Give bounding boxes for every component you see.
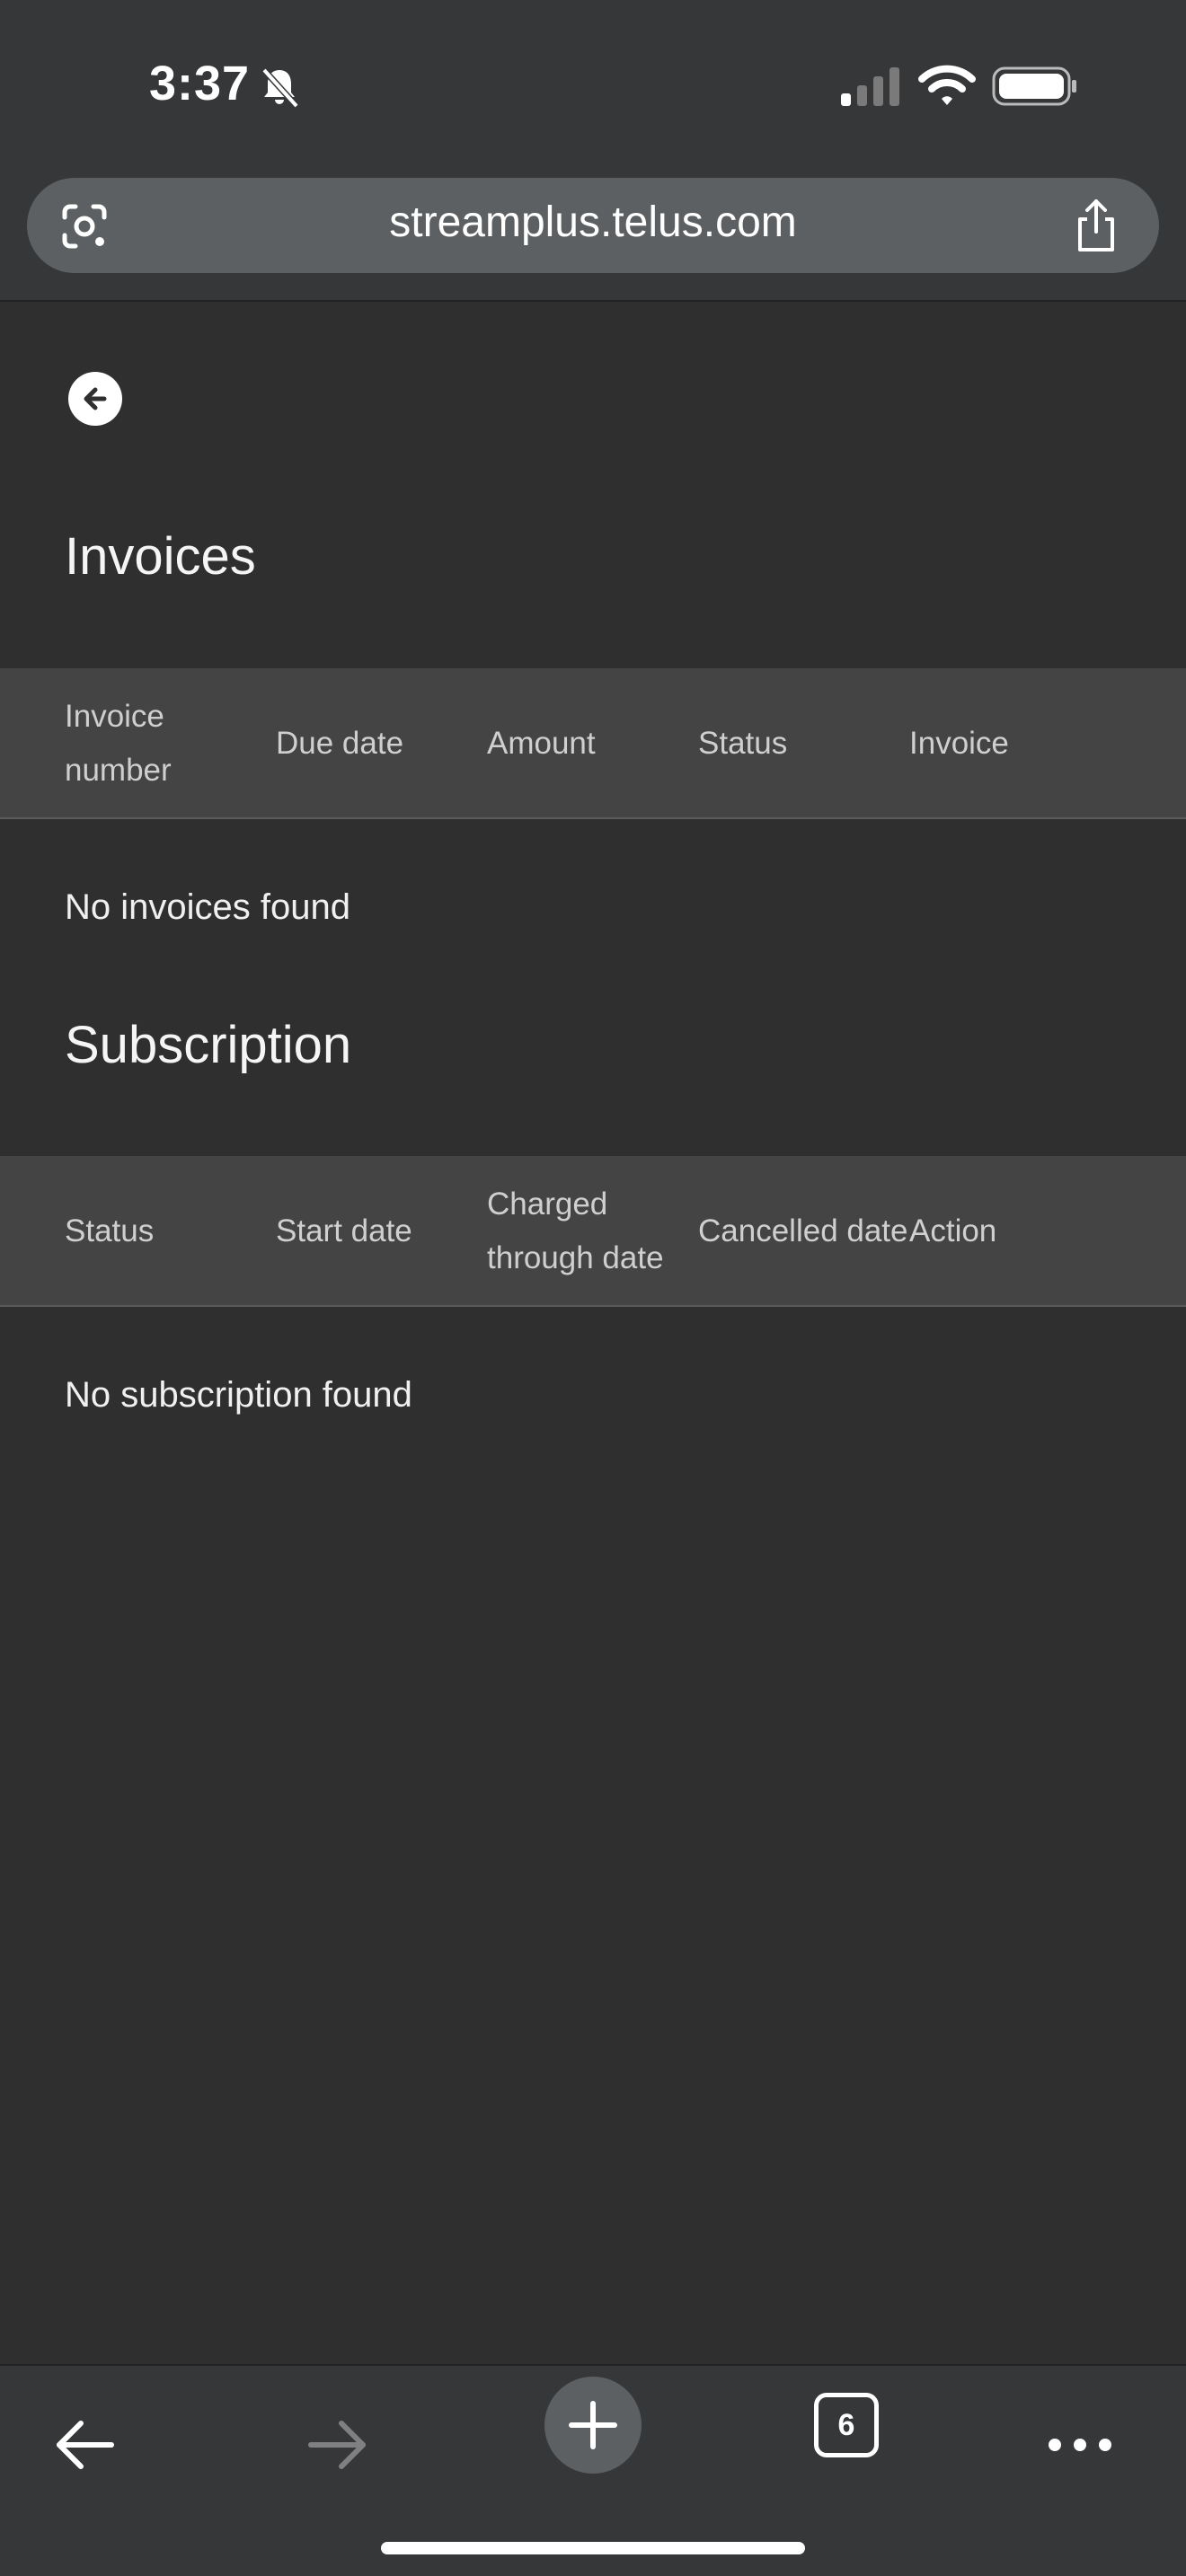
column-header: Cancelled date (698, 1213, 908, 1248)
column-header: Invoice (909, 726, 1009, 761)
column-header: Invoice number (65, 699, 172, 788)
battery-icon (992, 66, 1076, 106)
invoices-heading: Invoices (65, 527, 256, 586)
page-content: Invoices Invoice number Due date Amount … (0, 302, 1186, 2364)
column-header: Start date (276, 1213, 412, 1248)
invoices-table-header: Invoice number Due date Amount Status In… (0, 668, 1186, 819)
subscription-empty-message: No subscription found (65, 1375, 412, 1415)
home-indicator (381, 2542, 805, 2554)
wifi-icon (918, 65, 976, 105)
url-text[interactable]: streamplus.telus.com (27, 198, 1159, 247)
invoices-empty-message: No invoices found (65, 887, 350, 927)
share-icon[interactable] (1073, 198, 1120, 253)
address-bar[interactable]: streamplus.telus.com (27, 178, 1159, 273)
page-back-button[interactable] (68, 372, 122, 426)
bell-muted-icon (261, 67, 299, 109)
cellular-signal-icon (841, 67, 899, 106)
tab-switcher-button[interactable]: 6 (814, 2393, 879, 2457)
new-tab-button[interactable] (544, 2377, 642, 2474)
column-header: Charged through date (487, 1187, 664, 1275)
browser-top-bar: 3:37 streamplus.telus.com (0, 0, 1186, 302)
browser-bottom-toolbar: 6 (0, 2364, 1186, 2576)
subscription-table-header: Status Start date Charged through date C… (0, 1156, 1186, 1307)
column-header: Amount (487, 726, 596, 761)
subscription-heading: Subscription (65, 1016, 352, 1074)
screen: 3:37 streamplus.telus.com Invoices Invoi… (0, 0, 1186, 2576)
column-header: Due date (276, 726, 404, 761)
column-header: Status (65, 1213, 155, 1248)
forward-arrow-icon[interactable] (295, 2402, 381, 2488)
column-header: Action (909, 1213, 997, 1248)
status-time: 3:37 (149, 57, 251, 110)
column-header: Status (698, 726, 788, 761)
more-menu-icon[interactable] (1037, 2402, 1123, 2488)
arrow-left-icon (84, 387, 107, 410)
plus-icon (569, 2401, 617, 2449)
back-arrow-icon[interactable] (41, 2402, 128, 2488)
